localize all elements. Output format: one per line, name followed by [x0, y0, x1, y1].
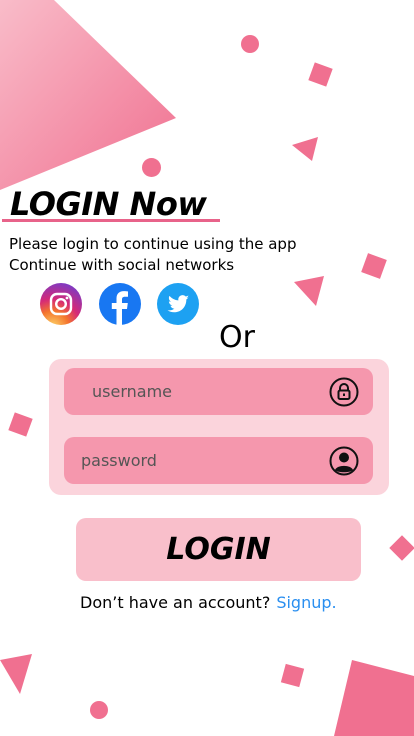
signup-prompt-text: Don’t have an account?	[80, 593, 271, 612]
lock-icon	[329, 377, 359, 407]
triangle-decoration	[292, 137, 318, 161]
signup-link[interactable]: Signup.	[276, 593, 336, 612]
password-input[interactable]	[79, 436, 329, 485]
corner-square-decoration	[334, 660, 414, 736]
facebook-icon[interactable]	[99, 283, 141, 325]
user-icon	[329, 446, 359, 476]
username-field[interactable]	[64, 367, 373, 416]
triangle-decoration	[0, 654, 32, 694]
circle-decoration	[142, 158, 161, 177]
square-decoration	[389, 535, 414, 561]
subtitle-line-2: Continue with social networks	[9, 256, 235, 274]
login-screen: LOGIN Now Please login to continue using…	[0, 0, 414, 736]
or-divider-label: Or	[219, 320, 255, 355]
square-decoration	[280, 663, 305, 688]
square-decoration	[361, 253, 387, 279]
login-form	[49, 359, 389, 495]
square-decoration	[8, 412, 33, 437]
twitter-icon[interactable]	[157, 283, 199, 325]
page-title: LOGIN Now	[10, 185, 207, 223]
password-field[interactable]	[64, 436, 373, 485]
title-underline	[2, 219, 220, 222]
square-decoration	[308, 62, 333, 87]
triangle-decoration	[294, 276, 324, 306]
login-button[interactable]: LOGIN	[76, 518, 361, 581]
subtitle-line-1: Please login to continue using the app	[9, 235, 297, 253]
signup-prompt: Don’t have an account? Signup.	[80, 592, 337, 614]
instagram-icon[interactable]	[40, 283, 82, 325]
circle-decoration	[90, 701, 108, 719]
circle-decoration	[241, 35, 259, 53]
username-input[interactable]	[90, 367, 329, 416]
